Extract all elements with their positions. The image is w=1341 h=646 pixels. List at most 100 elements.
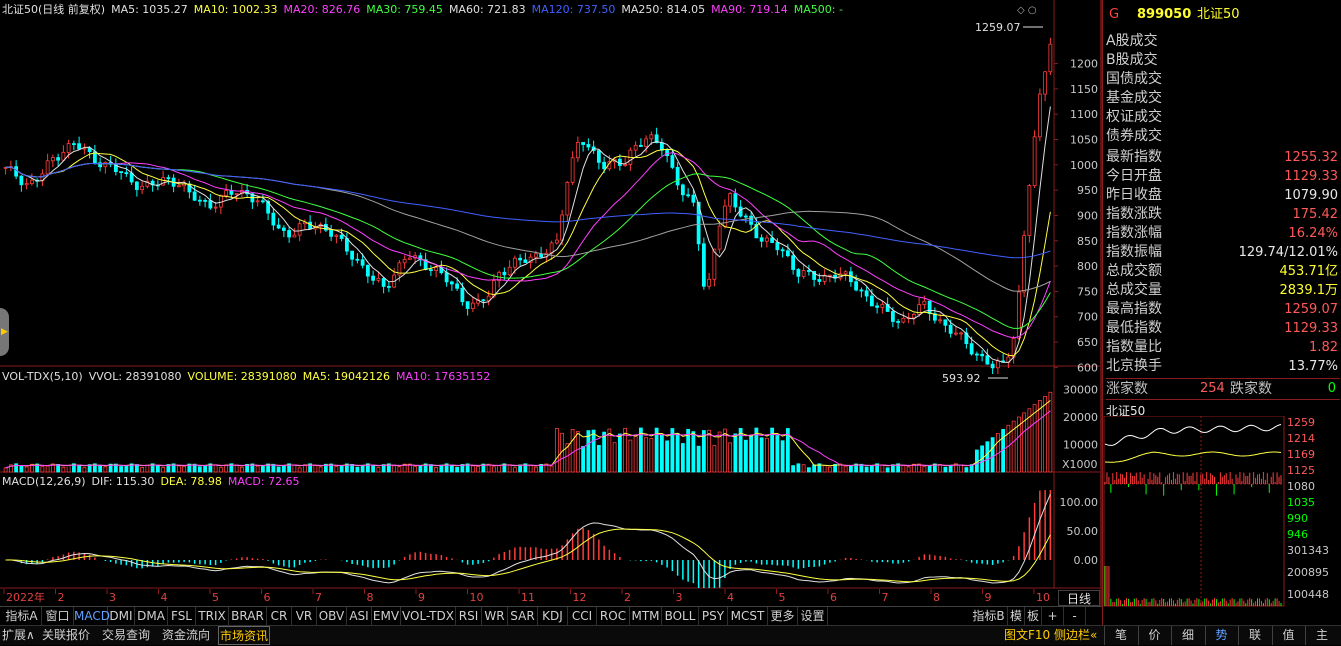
candle-body [1037,93,1042,138]
candle-body [213,206,218,209]
quote-tab[interactable]: 主 [1305,626,1338,645]
candle-body [911,313,916,319]
expand-handle[interactable]: ▶ [0,308,9,356]
indicator-tab[interactable]: TRIX [196,607,229,626]
indicator-tab[interactable]: MTM [630,607,662,626]
candle-body [224,190,229,197]
volume-bar [355,466,360,473]
volume-bar [77,464,82,473]
candle-body [990,363,995,369]
template-tab[interactable]: 指标B [970,607,1008,626]
volume-bar [581,445,586,473]
trade-menu-item[interactable]: B股成交 [1106,51,1338,70]
status-right-link[interactable]: 图文F10 [1004,626,1050,645]
quote-tab[interactable]: 细 [1171,626,1204,645]
status-link[interactable]: 扩展∧ [2,626,40,645]
indicator-tab[interactable]: PSY [699,607,728,626]
volume-bar [124,465,129,473]
volume-bar [591,429,596,473]
indicator-tab[interactable]: RSI [456,607,482,626]
period-button[interactable]: 日线 [1058,590,1100,606]
indicator-tab[interactable]: FSL [168,607,196,626]
status-link[interactable]: 交易查询 [102,626,160,645]
template-tab[interactable]: + [1042,607,1064,626]
stat-value: 129.74/12.01% [1238,245,1338,260]
candle-body [360,259,365,266]
quote-tab[interactable]: 值 [1271,626,1305,645]
indicator-tab[interactable]: KDJ [538,607,568,626]
status-link[interactable]: 关联报价 [42,626,100,645]
template-tab[interactable]: 模 [1008,607,1025,626]
indicator-tab[interactable]: BRAR [229,607,267,626]
indicator-tab[interactable]: CCI [568,607,597,626]
trade-menu-item[interactable]: 基金成交 [1106,89,1338,108]
indicator-tab[interactable]: VR [292,607,317,626]
trade-menu-item[interactable]: 权证成交 [1106,108,1338,127]
volume-bar [964,467,969,473]
candle-body [796,269,801,277]
indicator-tab[interactable]: MCST [728,607,768,626]
quote-tab[interactable]: 势 [1204,626,1238,645]
candle-body [901,317,906,323]
intraday-mini-chart[interactable]: 1259 1214 1169 1125 1080 1035 990 946 301343 2008… [1103,416,1341,608]
volume-bar [796,463,801,473]
indicator-tab[interactable]: 窗口 [42,607,74,626]
candle-body [124,172,129,174]
indicator-tab[interactable]: EMV [372,607,401,626]
stat-label: 最高指数 [1106,301,1162,317]
legend-item: MA30: 759.45 [366,3,443,16]
template-tab[interactable]: - [1064,607,1086,626]
volume-bar [470,465,475,473]
candle-body [817,279,822,282]
quote-tab[interactable]: 笔 [1104,626,1137,645]
candle-body [449,281,454,285]
stat-label: 指数涨跌 [1106,206,1162,222]
trade-menu-item[interactable]: 债券成交 [1106,127,1338,146]
legend-item: VOL-TDX(5,10) [2,370,83,383]
x-tick-label: 7 [882,591,889,604]
candle-body [1027,185,1032,237]
candle-body [775,242,780,251]
trade-menu-item[interactable]: A股成交 [1106,32,1338,51]
indicator-tab[interactable]: 设置 [798,607,828,626]
indicator-tab[interactable]: ROC [597,607,630,626]
legend-item: MA250: 814.05 [621,3,706,16]
candle-body [806,270,811,272]
volume-bar [633,435,638,473]
mini-tick-label: 1259 [1287,416,1315,429]
volume-bar [176,465,181,473]
indicator-tab[interactable]: WR [482,607,508,626]
volume-bar [197,466,202,473]
quote-tab[interactable]: 价 [1137,626,1171,645]
stat-value: 175.42 [1292,207,1339,222]
status-right-link[interactable]: 侧边栏« [1054,626,1097,645]
volume-bar [617,433,622,473]
chart-area[interactable]: 1200 1150 1100 1050 1000 950 900 850 800 750 700 65… [0,0,1102,606]
indicator-tab[interactable]: SAR [508,607,538,626]
trade-menu-item[interactable]: 国债成交 [1106,70,1338,89]
indicator-tab[interactable]: DMI [108,607,135,626]
indicator-tab[interactable]: 指标A [2,607,42,626]
indicator-tab[interactable]: VOL-TDX [401,607,456,626]
candle-body [339,234,344,239]
volume-bar [665,440,670,473]
candle-body [61,151,66,161]
status-link[interactable]: 市场资讯 [218,626,270,645]
indicator-tab[interactable]: MACD [74,607,110,626]
window-controls-icon[interactable]: ◇ ○ [1017,5,1047,17]
template-tab[interactable]: 板 [1025,607,1042,626]
ma-line [5,148,1051,357]
volume-bar [764,437,769,473]
kline-chart[interactable]: 1200115011001050100095090085080075070065… [0,0,1100,606]
candle-body [749,215,754,225]
indicator-tab[interactable]: CR [267,607,292,626]
indicator-tab[interactable]: DMA [135,607,168,626]
candle-body [770,237,775,243]
quote-tab[interactable]: 联 [1238,626,1271,645]
indicator-tab[interactable]: ASI [347,607,372,626]
candle-body [743,215,748,218]
indicator-tab[interactable]: 更多 [768,607,798,626]
indicator-tab[interactable]: BOLL [662,607,699,626]
status-link[interactable]: 资金流向 [162,626,216,645]
indicator-tab[interactable]: OBV [317,607,347,626]
